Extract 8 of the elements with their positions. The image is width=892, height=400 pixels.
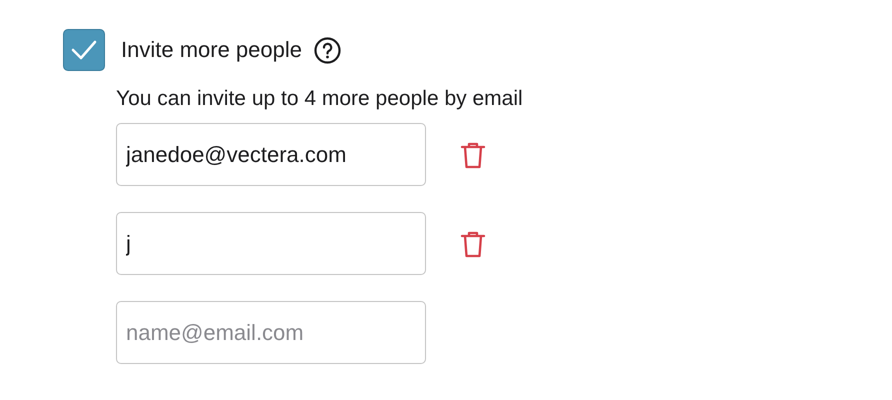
checkbox[interactable]: [63, 29, 105, 71]
delete-icon[interactable]: [460, 140, 486, 168]
invite-description: You can invite up to 4 more people by email: [116, 87, 524, 111]
delete-icon[interactable]: [460, 230, 486, 258]
help-icon[interactable]: [314, 36, 341, 64]
email-field[interactable]: name@email.com: [116, 301, 426, 364]
checkbox-label: Invite more people: [121, 37, 302, 63]
checkmark-icon: [70, 39, 98, 61]
